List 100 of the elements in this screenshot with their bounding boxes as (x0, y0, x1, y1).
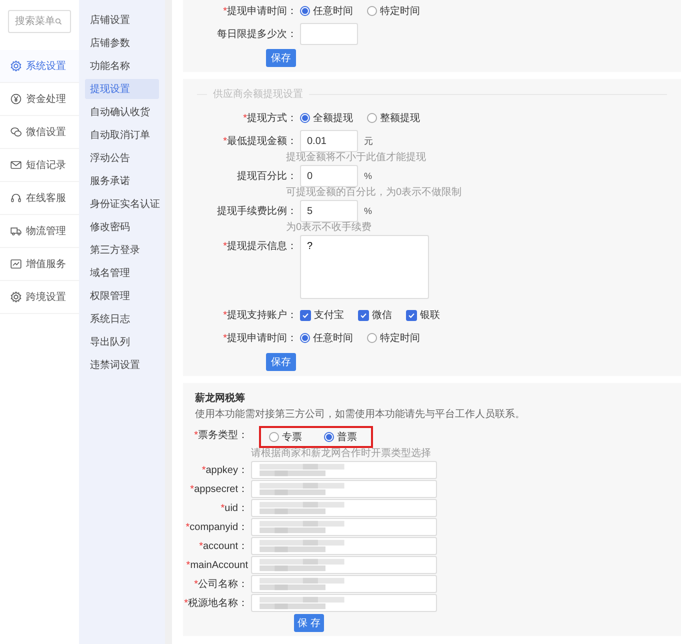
field-label: appkey： (206, 464, 248, 477)
checkmark-icon (360, 312, 367, 318)
submenu-item[interactable]: 店铺设置 (85, 10, 159, 30)
submenu-item[interactable]: 自动确认收货 (85, 102, 159, 122)
field-label: 提现申请时间： (227, 4, 297, 18)
input-field[interactable] (251, 480, 437, 498)
unit-label: 元 (364, 134, 373, 148)
sidebar-item[interactable]: 系统设置 (0, 50, 79, 83)
checkmark-icon (408, 312, 415, 318)
submenu-item[interactable]: 身份证实名认证 (85, 194, 159, 214)
save-button[interactable]: 保 存 (294, 614, 324, 632)
field-label: 最低提现金额： (227, 134, 297, 148)
search-field[interactable]: 搜索菜单 (8, 10, 71, 33)
checkbox-option[interactable]: 银联 (406, 308, 440, 322)
section-legend: 供应商余额提现设置 (213, 87, 303, 101)
checkmark-icon (302, 312, 309, 318)
hint-text: 为0表示不收手续费 (286, 222, 372, 234)
field-label: 每日限提多少次： (217, 28, 297, 41)
submenu-item[interactable]: 自动取消订单 (85, 125, 159, 145)
radio-option[interactable]: 特定时间 (367, 331, 420, 345)
input-field[interactable]: 0 (300, 165, 358, 187)
submenu-item[interactable]: 功能名称 (85, 56, 159, 76)
input-field[interactable] (251, 518, 437, 536)
chart-icon (10, 258, 22, 270)
input-field[interactable] (251, 594, 437, 612)
save-button[interactable]: 保存 (266, 49, 296, 67)
input-field[interactable] (251, 537, 437, 555)
required-mark: * (190, 484, 194, 494)
save-button[interactable]: 保存 (266, 353, 296, 371)
chat-bubbles-icon (10, 126, 22, 138)
submenu-item[interactable]: 店铺参数 (85, 33, 159, 53)
submenu-item[interactable]: 导出队列 (85, 332, 159, 352)
input-field[interactable] (251, 575, 437, 593)
radio-option[interactable]: 任意时间 (300, 331, 353, 345)
input-field[interactable] (251, 461, 437, 479)
submenu-item[interactable]: 权限管理 (85, 286, 159, 306)
section-title: 薪龙网税筹 (194, 392, 246, 406)
field-label: 提现支持账户： (227, 308, 297, 322)
required-mark: * (220, 502, 225, 514)
field-label: 提现手续费比例： (217, 204, 297, 218)
required-mark: * (194, 430, 198, 440)
input-field[interactable] (300, 23, 358, 45)
field-label: account： (202, 540, 248, 553)
yen-icon (10, 93, 22, 105)
required-mark: * (186, 522, 190, 532)
gear-icon (10, 291, 22, 303)
radio-option[interactable]: 专票 (269, 430, 302, 444)
unit-label: % (364, 171, 372, 181)
field-label: 公司名称： (198, 578, 248, 591)
submenu-item[interactable]: 修改密码 (85, 217, 159, 237)
submenu-item[interactable]: 服务承诺 (85, 171, 159, 191)
required-mark: * (223, 310, 227, 320)
field-label: companyid： (190, 521, 248, 534)
checkbox-option[interactable]: 微信 (358, 308, 392, 322)
radio-option[interactable]: 特定时间 (367, 4, 420, 18)
headset-icon (10, 192, 22, 204)
hint-text: 请根据商家和薪龙网合作时开票类型选择 (251, 448, 431, 460)
field-label: uid： (224, 502, 248, 515)
field-label: 票务类型： (198, 428, 248, 442)
field-label: appsecret： (194, 483, 248, 496)
input-field[interactable] (251, 556, 437, 574)
required-mark: * (223, 6, 227, 16)
field-label: 提现方式： (247, 112, 297, 125)
required-mark: * (243, 112, 247, 124)
radio-option[interactable]: 任意时间 (300, 4, 353, 18)
submenu-item[interactable]: 浮动公告 (85, 148, 159, 168)
submenu-item[interactable]: 第三方登录 (85, 240, 159, 260)
input-field[interactable] (251, 499, 437, 517)
input-field[interactable]: 0.01 (300, 130, 358, 152)
text-area[interactable]: ? (300, 235, 429, 299)
submenu-item[interactable]: 违禁词设置 (85, 355, 159, 375)
field-label: 提现申请时间： (227, 332, 297, 345)
field-label: 提现提示信息： (227, 240, 297, 253)
radio-option[interactable]: 普票 (324, 430, 357, 444)
hint-text: 可提现金额的百分比，为0表示不做限制 (286, 187, 462, 199)
gear-icon (10, 60, 22, 72)
submenu-item[interactable]: 域名管理 (85, 263, 159, 283)
required-mark: * (223, 136, 227, 146)
radio-option[interactable]: 全额提现 (300, 111, 353, 125)
search-icon (55, 18, 62, 25)
field-label: 税源地名称： (188, 596, 248, 610)
submenu-item[interactable]: 系统日志 (85, 309, 159, 329)
mail-icon (10, 159, 22, 171)
required-mark: * (223, 240, 227, 252)
radio-option[interactable]: 整额提现 (367, 111, 420, 125)
section-description: 使用本功能需对接第三方公司，如需使用本功能请先与平台工作人员联系。 (194, 408, 526, 422)
hint-text: 提现金额将不小于此值才能提现 (286, 152, 426, 164)
required-mark: * (202, 464, 206, 476)
required-mark: * (199, 540, 203, 552)
required-mark: * (194, 578, 198, 590)
required-mark: * (186, 560, 190, 570)
required-mark: * (184, 598, 188, 608)
field-label: mainAccount (190, 560, 248, 570)
truck-icon (10, 225, 22, 237)
field-label: 提现百分比： (237, 170, 297, 183)
required-mark: * (223, 332, 227, 344)
input-field[interactable]: 5 (300, 200, 358, 222)
submenu-item[interactable]: 提现设置 (85, 79, 159, 99)
unit-label: % (364, 206, 372, 216)
checkbox-option[interactable]: 支付宝 (300, 308, 344, 322)
